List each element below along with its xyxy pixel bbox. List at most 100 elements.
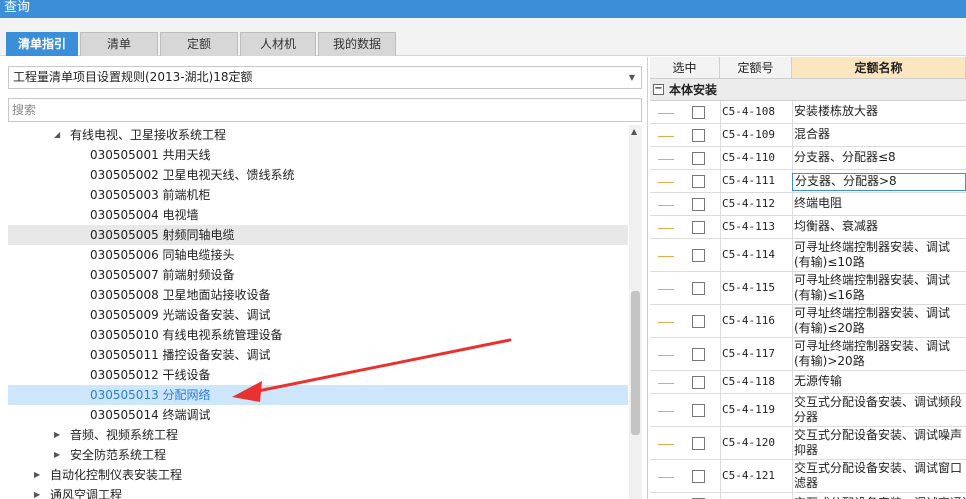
quota-name[interactable]: 安装楼栋放大器 <box>792 104 966 122</box>
quota-name[interactable]: 交互式分配设备安装、调试频段分器 <box>792 395 966 426</box>
tree-leaf[interactable]: 030505003 前端机柜 <box>8 185 628 205</box>
select-checkbox[interactable] <box>692 106 705 119</box>
cell-divider <box>720 124 721 147</box>
tab-quota[interactable]: 定额 <box>160 32 238 56</box>
select-checkbox[interactable] <box>692 437 705 450</box>
quota-row[interactable]: C5-4-108 安装楼栋放大器 <box>650 101 966 124</box>
select-checkbox[interactable] <box>692 348 705 361</box>
select-checkbox[interactable] <box>692 152 705 165</box>
scroll-up-icon[interactable]: ▲ <box>631 127 637 136</box>
quota-row[interactable]: C5-4-116 可寻址终端控制器安装、调试(有输)≤20路 <box>650 305 966 338</box>
tree-leaf[interactable]: 030505001 共用天线 <box>8 145 628 165</box>
quota-row[interactable]: C5-4-113 均衡器、衰减器 <box>650 216 966 239</box>
tree-leaf[interactable]: 030505014 终端调试 <box>8 405 628 425</box>
tree-node[interactable]: ▶ 音频、视频系统工程 <box>8 425 628 445</box>
select-checkbox[interactable] <box>692 282 705 295</box>
select-checkbox[interactable] <box>692 376 705 389</box>
quota-row[interactable]: C5-4-110 分支器、分配器≤8 <box>650 147 966 170</box>
collapse-triangle-icon[interactable]: ◢ <box>54 125 60 145</box>
tree-leaf[interactable]: 030505009 光端设备安装、调试 <box>8 305 628 325</box>
select-checkbox[interactable] <box>692 129 705 142</box>
tree-leaf[interactable]: 030505007 前端射频设备 <box>8 265 628 285</box>
quota-name[interactable]: 交互式分配设备安装、调试窗口滤器 <box>792 461 966 492</box>
tree-node[interactable]: ◢ 有线电视、卫星接收系统工程 <box>8 125 628 145</box>
quota-row[interactable]: C5-4-111 分支器、分配器>8 <box>650 170 966 193</box>
cell-divider <box>720 460 721 493</box>
quota-name[interactable]: 可寻址终端控制器安装、调试(有输)≤20路 <box>792 306 966 337</box>
tree-scrollbar[interactable]: ▲ <box>629 125 642 499</box>
expand-triangle-icon[interactable]: ▶ <box>34 465 40 485</box>
quota-name[interactable]: 终端电阻 <box>792 196 966 214</box>
quota-code: C5-4-117 <box>722 347 775 360</box>
quota-row[interactable]: C5-4-109 混合器 <box>650 124 966 147</box>
tree-leaf[interactable]: 030505002 卫星电视天线、馈线系统 <box>8 165 628 185</box>
quota-row[interactable]: C5-4-120 交互式分配设备安装、调试噪声抑器 <box>650 427 966 460</box>
tree-leaf[interactable]: 030505005 射频同轴电缆 <box>8 225 628 245</box>
cell-divider <box>720 147 721 170</box>
quota-name[interactable]: 均衡器、衰减器 <box>792 219 966 237</box>
tree-leaf[interactable]: 030505010 有线电视系统管理设备 <box>8 325 628 345</box>
column-header-select[interactable]: 选中 <box>650 57 720 79</box>
quota-code: C5-4-112 <box>722 197 775 210</box>
quota-row[interactable]: C5-4-114 可寻址终端控制器安装、调试(有输)≤10路 <box>650 239 966 272</box>
tree-leaf-selected[interactable]: 030505013 分配网络 <box>8 385 628 405</box>
tree-leaf[interactable]: 030505004 电视墙 <box>8 205 628 225</box>
quota-row[interactable]: 交互式分配设备安装、调试高通滤 <box>650 493 966 499</box>
group-row[interactable]: − 本体安装 <box>650 79 966 101</box>
tree-node[interactable]: ▶ 通风空调工程 <box>8 485 628 499</box>
tree-node[interactable]: ▶ 安全防范系统工程 <box>8 445 628 465</box>
search-input[interactable] <box>8 98 642 122</box>
quota-name[interactable]: 可寻址终端控制器安装、调试(有输)≤16路 <box>792 273 966 304</box>
tab-bar: 清单指引 清单 定额 人材机 我的数据 <box>0 18 966 56</box>
select-checkbox[interactable] <box>692 470 705 483</box>
select-checkbox[interactable] <box>692 175 705 188</box>
quota-name[interactable]: 可寻址终端控制器安装、调试(有输)≤10路 <box>792 240 966 271</box>
column-header-name[interactable]: 定额名称 <box>792 57 966 79</box>
quota-name[interactable]: 无源传输 <box>792 374 966 392</box>
expand-triangle-icon[interactable]: ▶ <box>34 485 40 499</box>
quota-row[interactable]: C5-4-115 可寻址终端控制器安装、调试(有输)≤16路 <box>650 272 966 305</box>
quota-name[interactable]: 可寻址终端控制器安装、调试(有输)>20路 <box>792 339 966 370</box>
select-checkbox[interactable] <box>692 249 705 262</box>
tree-leaf[interactable]: 030505011 播控设备安装、调试 <box>8 345 628 365</box>
quota-row[interactable]: C5-4-119 交互式分配设备安装、调试频段分器 <box>650 394 966 427</box>
tree-connector-line <box>658 182 674 183</box>
collapse-box-icon[interactable]: − <box>653 84 664 95</box>
tab-bill-guide[interactable]: 清单指引 <box>6 32 78 56</box>
cell-divider <box>720 272 721 305</box>
quota-row[interactable]: C5-4-117 可寻址终端控制器安装、调试(有输)>20路 <box>650 338 966 371</box>
quota-table: 选中 定额号 定额名称 − 本体安装 C5-4-108 安装楼栋放大器 C5-4-1… <box>650 57 966 499</box>
chevron-down-icon[interactable]: ▼ <box>629 67 635 88</box>
quota-row[interactable]: C5-4-121 交互式分配设备安装、调试窗口滤器 <box>650 460 966 493</box>
select-checkbox[interactable] <box>692 404 705 417</box>
quota-name[interactable]: 分支器、分配器≤8 <box>792 150 966 168</box>
tab-labor-material[interactable]: 人材机 <box>240 32 316 56</box>
quota-row[interactable]: C5-4-112 终端电阻 <box>650 193 966 216</box>
expand-triangle-icon[interactable]: ▶ <box>54 445 60 465</box>
tree-connector-line <box>658 322 674 323</box>
spec-select-value: 工程量清单项目设置规则(2013-湖北)18定额 <box>13 70 253 84</box>
tree-leaf[interactable]: 030505008 卫星地面站接收设备 <box>8 285 628 305</box>
tab-bill[interactable]: 清单 <box>80 32 158 56</box>
cell-divider <box>720 394 721 427</box>
column-header-code[interactable]: 定额号 <box>720 57 792 79</box>
tree-leaf[interactable]: 030505006 同轴电缆接头 <box>8 245 628 265</box>
quota-code: C5-4-111 <box>722 174 775 187</box>
spec-select[interactable]: 工程量清单项目设置规则(2013-湖北)18定额 ▼ <box>8 66 642 89</box>
scrollbar-thumb[interactable] <box>631 291 640 435</box>
tab-my-data[interactable]: 我的数据 <box>318 32 396 56</box>
select-checkbox[interactable] <box>692 315 705 328</box>
quota-code: C5-4-116 <box>722 314 775 327</box>
select-checkbox[interactable] <box>692 198 705 211</box>
select-checkbox[interactable] <box>692 221 705 234</box>
cell-divider <box>720 216 721 239</box>
quota-name[interactable]: 混合器 <box>792 127 966 145</box>
quota-row[interactable]: C5-4-118 无源传输 <box>650 371 966 394</box>
tree-leaf[interactable]: 030505012 干线设备 <box>8 365 628 385</box>
tree-node[interactable]: ▶ 自动化控制仪表安装工程 <box>8 465 628 485</box>
cell-divider <box>720 305 721 338</box>
expand-triangle-icon[interactable]: ▶ <box>54 425 60 445</box>
quota-code: C5-4-109 <box>722 128 775 141</box>
quota-name[interactable]: 交互式分配设备安装、调试噪声抑器 <box>792 428 966 459</box>
quota-name-editing[interactable]: 分支器、分配器>8 <box>792 173 966 191</box>
